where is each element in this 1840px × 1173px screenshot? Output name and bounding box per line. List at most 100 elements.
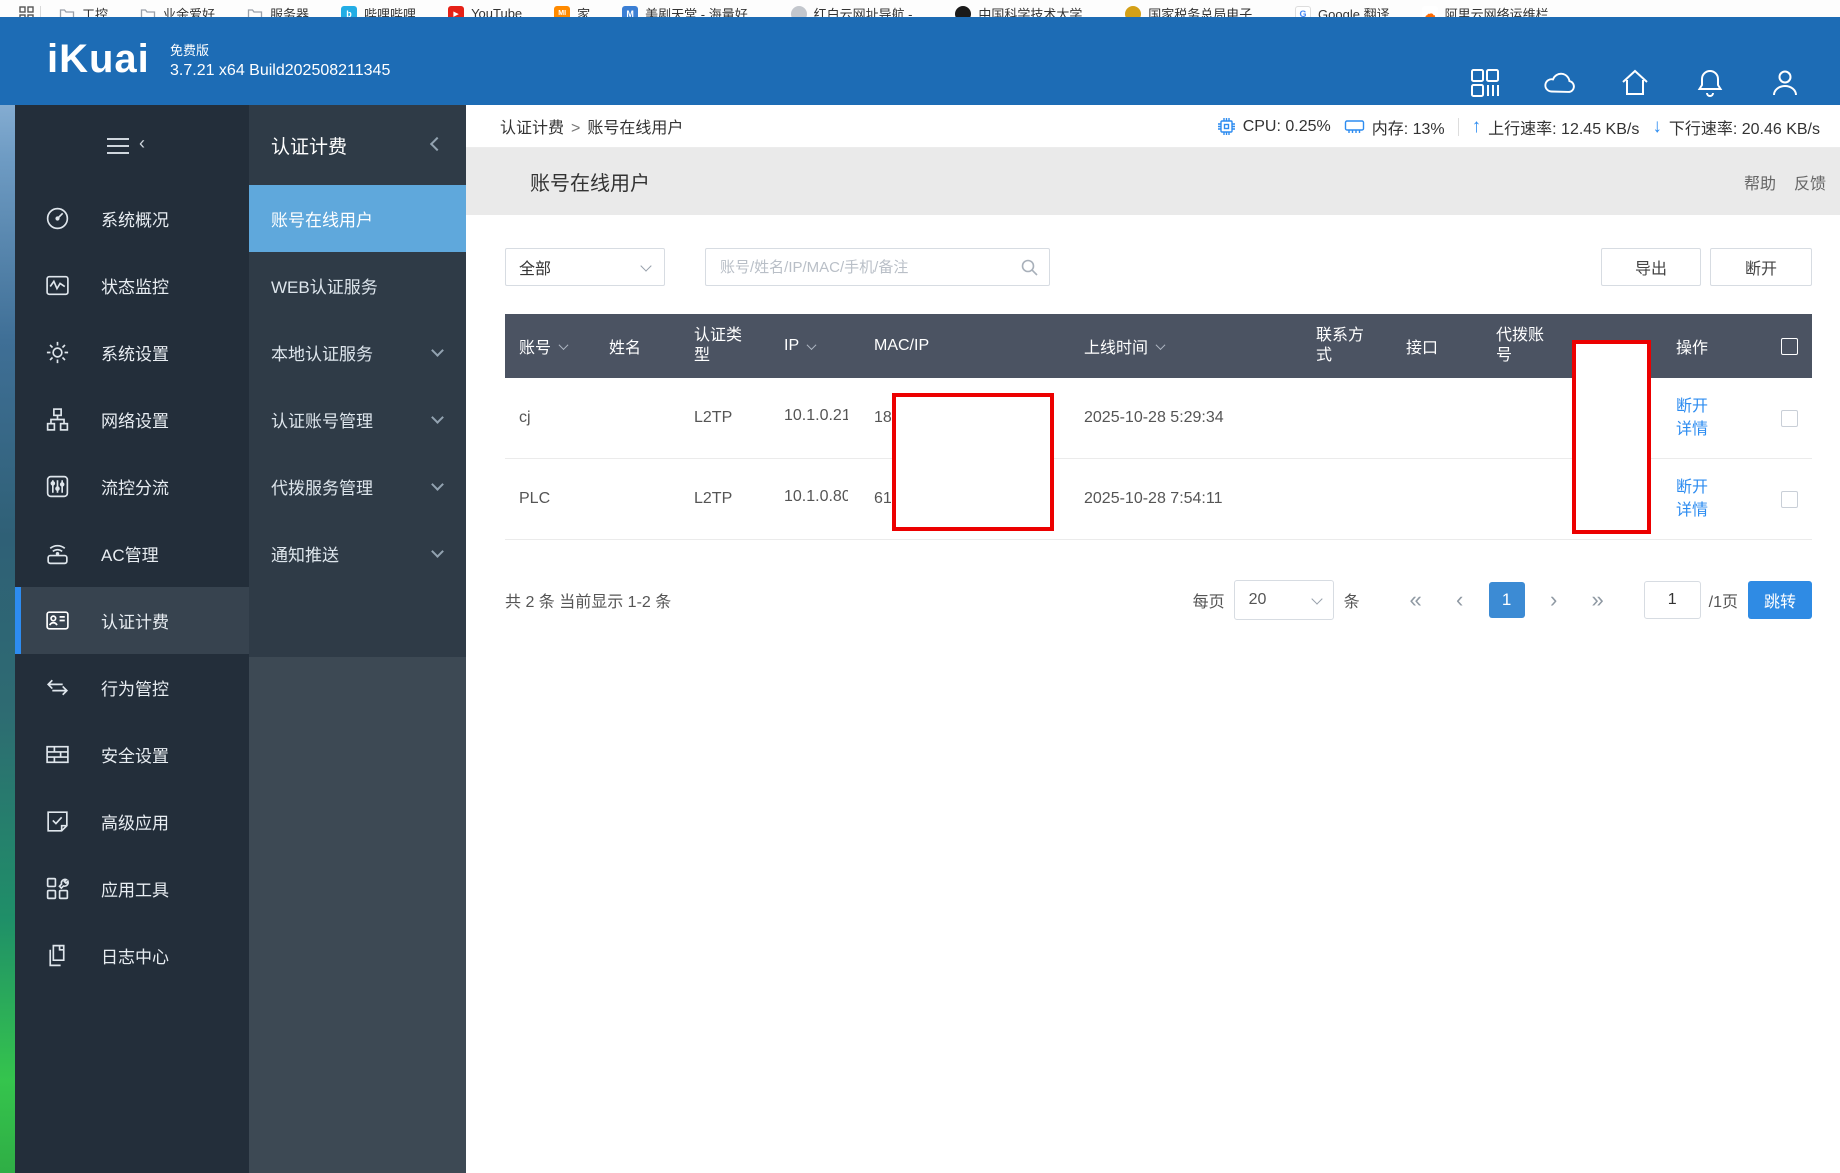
submenu-item-auth-account[interactable]: 认证账号管理 bbox=[249, 386, 466, 453]
apps-wrench-icon bbox=[43, 875, 71, 903]
search-icon[interactable] bbox=[1020, 258, 1039, 277]
sidebar-item-system-settings[interactable]: 系统设置 bbox=[15, 319, 249, 386]
folder-icon bbox=[140, 6, 156, 18]
sidebar-item-behavior-control[interactable]: 行为管控 bbox=[15, 654, 249, 721]
cell-account: PLC bbox=[505, 490, 595, 508]
column-header-mac-ip: MAC/IP bbox=[860, 337, 1070, 355]
bookmark-item[interactable]: 中国科学技术大学... bbox=[955, 4, 1093, 17]
mi-home-icon: MI bbox=[554, 6, 570, 18]
redaction-box-mac-ip bbox=[892, 393, 1054, 531]
sidebar-item-advanced-apps[interactable]: 高级应用 bbox=[15, 788, 249, 855]
user-icon[interactable] bbox=[1768, 66, 1802, 100]
chevron-down-icon bbox=[431, 344, 444, 357]
apps-grid-icon[interactable] bbox=[18, 6, 34, 18]
bookmarks-divider bbox=[40, 6, 41, 18]
column-header-actions: 操作 bbox=[1662, 334, 1767, 358]
bookmark-item[interactable]: 服务器 bbox=[247, 4, 309, 17]
column-header-account[interactable]: 账号 bbox=[505, 334, 595, 358]
submenu-item-local-auth[interactable]: 本地认证服务 bbox=[249, 319, 466, 386]
aliyun-cloud-icon: ☁ bbox=[1422, 6, 1438, 18]
prev-page-button[interactable]: ‹ bbox=[1445, 582, 1475, 618]
log-pages-icon bbox=[43, 942, 71, 970]
bookmark-item[interactable]: ▶ YouTube bbox=[448, 6, 522, 18]
folder-icon bbox=[247, 6, 263, 18]
hamburger-icon bbox=[107, 138, 129, 159]
sidebar-item-system-overview[interactable]: 系统概况 bbox=[15, 185, 249, 252]
submenu-item-online-users[interactable]: 账号在线用户 bbox=[249, 185, 466, 252]
disconnect-button[interactable]: 断开 bbox=[1710, 248, 1812, 286]
wifi-device-icon bbox=[43, 540, 71, 568]
bookmark-item[interactable]: G Google 翻译 bbox=[1295, 4, 1390, 17]
column-header-ip[interactable]: IP bbox=[770, 337, 860, 355]
per-page-label: 每页 bbox=[1193, 588, 1225, 612]
first-page-button[interactable]: « bbox=[1401, 582, 1431, 618]
disconnect-link[interactable]: 断开 bbox=[1676, 395, 1767, 418]
last-page-button[interactable]: » bbox=[1583, 582, 1613, 618]
row-checkbox[interactable] bbox=[1781, 491, 1798, 508]
sidebar-item-auth-billing[interactable]: 认证计费 bbox=[15, 587, 249, 654]
breadcrumb-bar: 认证计费>账号在线用户 CPU: 0.25% 内存: 13% ↑ 上行速率: 1… bbox=[466, 105, 1840, 148]
disconnect-link[interactable]: 断开 bbox=[1676, 476, 1767, 499]
sidebar-item-app-tools[interactable]: 应用工具 bbox=[15, 855, 249, 922]
next-page-button[interactable]: › bbox=[1539, 582, 1569, 618]
breadcrumb: 认证计费>账号在线用户 bbox=[500, 114, 683, 138]
detail-link[interactable]: 详情 bbox=[1676, 418, 1767, 441]
sidebar-item-flow-control[interactable]: 流控分流 bbox=[15, 453, 249, 520]
jump-button[interactable]: 跳转 bbox=[1748, 581, 1812, 619]
submenu-item-web-auth[interactable]: WEB认证服务 bbox=[249, 252, 466, 319]
bookmark-item[interactable]: MI 家 bbox=[554, 4, 590, 17]
cell-ip: 10.1.0.80 bbox=[770, 488, 860, 511]
cell-actions: 断开 详情 bbox=[1662, 476, 1767, 522]
id-card-icon bbox=[43, 607, 71, 635]
bell-icon[interactable] bbox=[1693, 66, 1727, 100]
submenu-item-dial-service[interactable]: 代拨服务管理 bbox=[249, 453, 466, 520]
select-all-checkbox[interactable] bbox=[1781, 338, 1798, 355]
breadcrumb-section[interactable]: 认证计费 bbox=[500, 120, 564, 137]
sidebar-item-network-settings[interactable]: 网络设置 bbox=[15, 386, 249, 453]
chevron-down-icon bbox=[1311, 593, 1322, 604]
bookmark-item[interactable]: 红白云网址导航 -... bbox=[791, 4, 924, 17]
column-header-contact: 联系方式 bbox=[1302, 326, 1392, 366]
apps-menu-icon[interactable] bbox=[1468, 66, 1502, 100]
search-input[interactable] bbox=[706, 249, 1006, 285]
help-link[interactable]: 帮助 bbox=[1744, 170, 1776, 194]
submenu-item-notify-push[interactable]: 通知推送 bbox=[249, 520, 466, 587]
memory-stat: 内存: 13% bbox=[1344, 115, 1445, 139]
bookmark-item[interactable]: 工控 bbox=[59, 4, 108, 17]
column-header-select bbox=[1767, 338, 1812, 355]
sidebar-item-log-center[interactable]: 日志中心 bbox=[15, 922, 249, 989]
cell-auth-type: L2TP bbox=[680, 409, 770, 427]
app-header: iKuai 免费版 3.7.21 x64 Build202508211345 bbox=[0, 17, 1840, 105]
detail-link[interactable]: 详情 bbox=[1676, 499, 1767, 522]
bookmark-item[interactable]: ☁ 阿里云网络运维栏... bbox=[1422, 4, 1560, 17]
toolbar: 全部 导出 断开 bbox=[505, 248, 1812, 286]
gear-icon bbox=[43, 339, 71, 367]
row-checkbox[interactable] bbox=[1781, 410, 1798, 427]
current-page-button[interactable]: 1 bbox=[1489, 582, 1525, 618]
column-header-online-time[interactable]: 上线时间 bbox=[1070, 334, 1302, 358]
home-icon[interactable] bbox=[1618, 66, 1652, 100]
browser-bookmarks-bar: 工控 业余爱好 服务器 b 哔哩哔哩 ▶ YouTube MI 家 bbox=[0, 0, 1840, 17]
m-blue-icon: M bbox=[622, 6, 638, 18]
edition-label: 免费版 bbox=[170, 43, 390, 59]
upload-stat: ↑ 上行速率: 12.45 KB/s bbox=[1472, 115, 1640, 139]
sidebar-item-status-monitor[interactable]: 状态监控 bbox=[15, 252, 249, 319]
bookmark-item[interactable]: 国家税务总局电子... bbox=[1125, 4, 1263, 17]
sidebar-collapse-button[interactable]: ‹ bbox=[15, 105, 249, 185]
chevron-down-icon bbox=[431, 411, 444, 424]
bookmark-item[interactable]: 业余爱好 bbox=[140, 4, 215, 17]
feedback-link[interactable]: 反馈 bbox=[1794, 170, 1826, 194]
bookmark-item[interactable]: M 美剧天堂 - 海量好... bbox=[622, 4, 758, 17]
cell-online-time: 2025-10-28 5:29:34 bbox=[1070, 409, 1302, 427]
cloud-icon[interactable] bbox=[1543, 66, 1577, 100]
sidebar-item-ac-management[interactable]: AC管理 bbox=[15, 520, 249, 587]
sidebar-item-security-settings[interactable]: 安全设置 bbox=[15, 721, 249, 788]
goto-page-input[interactable] bbox=[1644, 581, 1701, 619]
cpu-stat: CPU: 0.25% bbox=[1217, 117, 1331, 136]
page-size-select[interactable]: 20 bbox=[1234, 580, 1334, 620]
bookmark-item[interactable]: b 哔哩哔哩 bbox=[341, 4, 416, 17]
filter-dropdown[interactable]: 全部 bbox=[505, 248, 665, 286]
export-button[interactable]: 导出 bbox=[1601, 248, 1701, 286]
cell-actions: 断开 详情 bbox=[1662, 395, 1767, 441]
submenu-collapse-icon[interactable] bbox=[430, 137, 444, 151]
